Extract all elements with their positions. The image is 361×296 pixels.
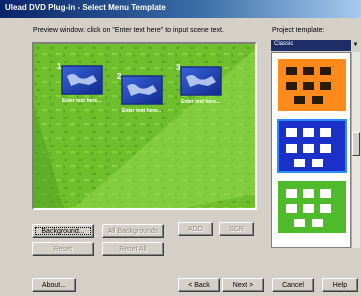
add-button[interactable]: ADD [178,222,213,236]
title-bar: Ulead DVD Plug-in - Select Menu Template [0,0,361,18]
help-button[interactable]: Help [322,278,358,292]
template-list[interactable] [271,52,351,248]
reset-button[interactable]: Reset [32,242,94,256]
chevron-down-icon[interactable]: ▼ [351,40,360,51]
scene-number-2: 2 [117,72,122,81]
template-thumb-blue [277,119,347,173]
template-dropdown[interactable]: Classic ▼ [271,40,360,51]
preview-instructions: Preview window: click on "Enter text her… [33,27,224,34]
next-button[interactable]: Next > [222,278,264,292]
scene-text-2[interactable]: Enter text here... [122,108,161,114]
template-thumbnails [277,59,347,233]
template-scrollbar[interactable] [351,52,360,248]
preview-background [34,44,255,208]
scene-thumbnail-1[interactable] [61,65,103,95]
reset-all-button[interactable]: Reset All [102,242,164,256]
back-button[interactable]: < Back [178,278,220,292]
cancel-button[interactable]: Cancel [272,278,314,292]
about-button[interactable]: About... [32,278,76,292]
all-backgrounds-button[interactable]: All Backgrounds [102,224,164,238]
scene-text-3[interactable]: Enter text here... [181,99,220,105]
project-template-label: Project template: [272,27,325,34]
scene-number-3: 3 [176,63,181,72]
scrollbar-thumb[interactable] [352,132,360,156]
background-button[interactable]: Background... [32,224,94,238]
template-thumb-green [278,181,346,233]
scene-thumbnail-3[interactable] [180,66,222,96]
preview-window[interactable]: 1 2 3 Enter text here... Enter text here… [32,42,257,210]
scene-number-1: 1 [57,62,62,71]
template-thumb-orange [278,59,346,111]
scene-thumbnail-2[interactable] [121,75,163,105]
window-title: Ulead DVD Plug-in - Select Menu Template [5,3,166,12]
scroll-button[interactable]: SCR [219,222,254,236]
scene-text-1[interactable]: Enter text here... [62,98,101,104]
template-dropdown-value: Classic [274,41,294,47]
